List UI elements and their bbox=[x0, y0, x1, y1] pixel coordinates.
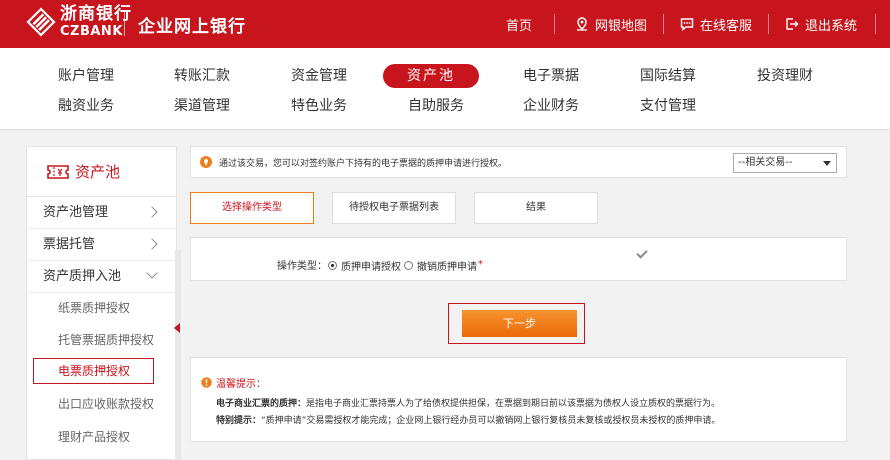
chevron-right-icon bbox=[146, 238, 158, 250]
sidebar-item-bill-custody[interactable]: 票据托管 bbox=[27, 229, 176, 261]
next-step-button[interactable]: 下一步 bbox=[462, 310, 577, 337]
radio-button-checked[interactable] bbox=[328, 261, 337, 270]
active-item-highlight bbox=[33, 358, 154, 384]
nav-fund-management[interactable]: 资金管理 bbox=[271, 64, 367, 88]
warning-icon bbox=[201, 377, 212, 388]
notice-text: 通过该交易，您可以对签约账户下持有的电子票据的质押申请进行授权。 bbox=[219, 158, 508, 169]
topnav-home-label: 首页 bbox=[506, 18, 533, 34]
tips-title: 温馨提示： bbox=[201, 375, 266, 390]
topnav-site-map-label: 网银地图 bbox=[595, 18, 648, 34]
operation-type-panel: 操作类型： 质押申请授权 撤销质押申请 * bbox=[190, 237, 847, 281]
sidebar-collapse-arrow-icon[interactable] bbox=[174, 323, 180, 333]
required-mark: * bbox=[478, 259, 483, 270]
tips-panel: 温馨提示： 电子商业汇票的质押：是指电子商业汇票持票人为了给债权提供担保，在票据… bbox=[190, 357, 847, 442]
sidebar-title: 资产池 bbox=[75, 163, 121, 181]
logo-chinese-name: 浙商银行 bbox=[60, 4, 132, 24]
nav-international-settlement[interactable]: 国际结算 bbox=[620, 64, 716, 88]
ticket-icon bbox=[47, 164, 69, 180]
nav-asset-pool[interactable]: 资产池 bbox=[383, 64, 479, 88]
sidebar-item-label: 资产质押入池 bbox=[43, 269, 122, 284]
chevron-down-icon bbox=[146, 267, 158, 279]
tips-line-2: 特别提示：“质押申请”交易需授权才能完成；企业网上银行经办员可以撤销网上银行复核… bbox=[216, 413, 720, 426]
topnav-divider bbox=[768, 14, 770, 34]
tips-line-2-bold: 特别提示： bbox=[216, 416, 262, 426]
radio-label: 质押申请授权 bbox=[341, 262, 401, 273]
logo-english-name: CZBANK bbox=[60, 24, 123, 39]
topnav: 首页 网银地图 在线客服 退出系统 bbox=[506, 0, 877, 48]
topnav-divider bbox=[875, 14, 877, 34]
sidebar-item-asset-pledge[interactable]: 资产质押入池 bbox=[27, 261, 176, 293]
nav-investment[interactable]: 投资理财 bbox=[737, 64, 833, 88]
tips-line-1: 电子商业汇票的质押：是指电子商业汇票持票人为了给债权提供担保，在票据到期日前以该… bbox=[216, 396, 720, 409]
nav-electronic-bills[interactable]: 电子票据 bbox=[503, 64, 599, 88]
header-divider bbox=[124, 10, 125, 36]
nav-transfer[interactable]: 转账汇款 bbox=[154, 64, 250, 88]
topnav-logout-label: 退出系统 bbox=[805, 18, 858, 34]
radio-pledge-authorize[interactable]: 质押申请授权 bbox=[328, 258, 401, 273]
top-header: 浙商银行 CZBANK 企业网上银行 首页 网银地图 在线客服 退出系统 bbox=[0, 0, 890, 48]
tips-line-2-text: “质押申请”交易需授权才能完成；企业网上银行经办员可以撤销网上银行复核员未复核或… bbox=[261, 416, 721, 426]
logout-icon bbox=[785, 17, 799, 31]
sidebar-subitem-custody-bill-pledge[interactable]: 托管票据质押授权 bbox=[27, 324, 176, 356]
operation-type-label: 操作类型： bbox=[277, 261, 327, 272]
sidebar: 资产池 资产池管理 票据托管 资产质押入池 纸票质押授权 托管票据质押授权 电票… bbox=[26, 146, 177, 460]
notice-bar: 通过该交易，您可以对签约账户下持有的电子票据的质押申请进行授权。 --相关交易-… bbox=[190, 146, 847, 178]
czbank-logo-mark-icon bbox=[26, 7, 56, 37]
nav-financing[interactable]: 融资业务 bbox=[38, 94, 134, 118]
topnav-logout[interactable]: 退出系统 bbox=[785, 0, 857, 48]
topnav-divider bbox=[554, 14, 556, 34]
chevron-right-icon bbox=[146, 206, 158, 218]
nav-featured-business[interactable]: 特色业务 bbox=[271, 94, 367, 118]
checkmark-icon bbox=[636, 247, 648, 259]
step-result[interactable]: 结果 bbox=[474, 192, 598, 224]
tips-line-1-text: 是指电子商业汇票持票人为了给债权提供担保，在票据到期日前以该票据为债权人设立质权… bbox=[306, 399, 721, 409]
sidebar-item-label: 资产池管理 bbox=[43, 205, 109, 220]
tips-line-1-bold: 电子商业汇票的质押： bbox=[216, 399, 307, 409]
nav-account-management[interactable]: 账户管理 bbox=[38, 64, 134, 88]
sidebar-subitem-wealth-product[interactable]: 理财产品授权 bbox=[27, 421, 176, 453]
topnav-online-service[interactable]: 在线客服 bbox=[680, 0, 752, 48]
czbank-logo[interactable]: 浙商银行 CZBANK bbox=[26, 6, 132, 38]
step-select-operation-type[interactable]: 选择操作类型 bbox=[190, 192, 314, 224]
radio-button[interactable] bbox=[404, 261, 413, 270]
radio-revoke-pledge[interactable]: 撤销质押申请 bbox=[404, 258, 477, 273]
caret-down-icon bbox=[823, 161, 831, 166]
info-pin-icon bbox=[199, 155, 213, 169]
topnav-home[interactable]: 首页 bbox=[506, 0, 532, 48]
nav-payment-management[interactable]: 支付管理 bbox=[620, 94, 716, 118]
chat-icon bbox=[680, 17, 694, 31]
sidebar-scrollbar[interactable] bbox=[175, 250, 181, 460]
map-pin-icon bbox=[575, 17, 589, 31]
step-pending-bill-list[interactable]: 待授权电子票据列表 bbox=[332, 192, 456, 224]
sidebar-subitem-paper-bill-pledge[interactable]: 纸票质押授权 bbox=[27, 292, 176, 324]
topnav-site-map[interactable]: 网银地图 bbox=[575, 0, 647, 48]
nav-self-service[interactable]: 自助服务 bbox=[388, 94, 484, 118]
nav-corporate-finance[interactable]: 企业财务 bbox=[503, 94, 599, 118]
sidebar-item-asset-pool-management[interactable]: 资产池管理 bbox=[27, 197, 176, 229]
nav-channel-management[interactable]: 渠道管理 bbox=[154, 94, 250, 118]
tips-title-text: 温馨提示： bbox=[216, 379, 266, 390]
main-nav: 账户管理 转账汇款 资金管理 资产池 电子票据 国际结算 投资理财 融资业务 渠… bbox=[0, 48, 890, 130]
related-transactions-value: --相关交易-- bbox=[738, 157, 793, 168]
topnav-divider bbox=[663, 14, 665, 34]
radio-label: 撤销质押申请 bbox=[417, 262, 477, 273]
sidebar-subitem-export-receivable[interactable]: 出口应收账款授权 bbox=[27, 388, 176, 420]
related-transactions-select[interactable]: --相关交易-- bbox=[733, 153, 837, 173]
site-title: 企业网上银行 bbox=[138, 17, 246, 37]
topnav-online-service-label: 在线客服 bbox=[700, 18, 753, 34]
sidebar-item-label: 票据托管 bbox=[43, 237, 96, 252]
sidebar-header: 资产池 bbox=[27, 147, 176, 197]
